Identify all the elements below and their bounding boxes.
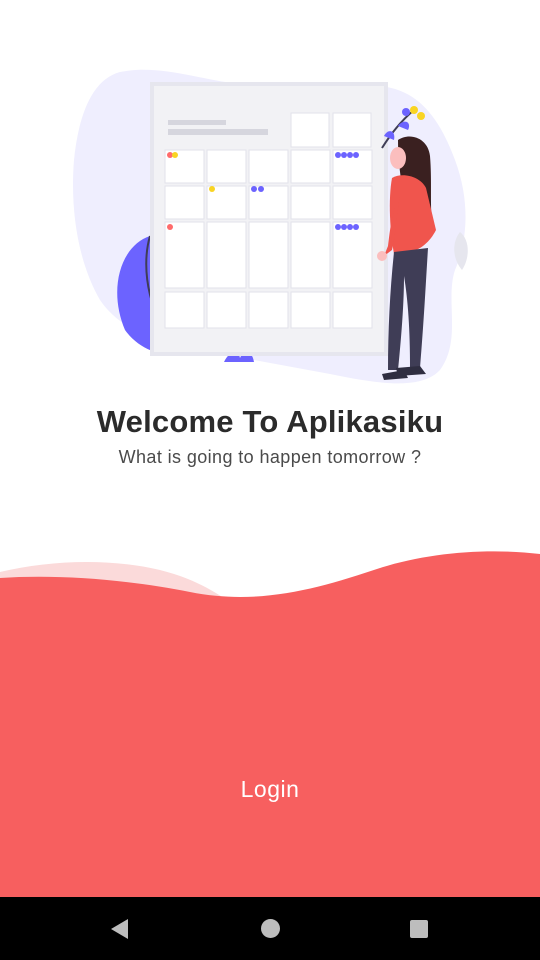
recents-button[interactable]: [379, 897, 459, 960]
wave-accent-layer: [0, 551, 540, 900]
recents-square-icon: [410, 919, 428, 938]
calendar-illustration: [73, 69, 468, 384]
calendar-grid: [164, 149, 373, 329]
welcome-title: Welcome To Aplikasiku: [96, 404, 444, 439]
back-button[interactable]: [79, 897, 159, 960]
welcome-screen: Welcome To Aplikasiku What is going to h…: [0, 0, 540, 960]
welcome-subtitle: What is going to happen tomorrow ?: [118, 447, 422, 467]
home-circle-icon: [260, 919, 280, 938]
home-button[interactable]: [230, 897, 310, 960]
back-triangle-icon: [110, 918, 128, 939]
bottom-wave-background: [0, 551, 540, 900]
login-button[interactable]: Login: [170, 760, 370, 816]
system-navigation-bar: [0, 897, 540, 960]
